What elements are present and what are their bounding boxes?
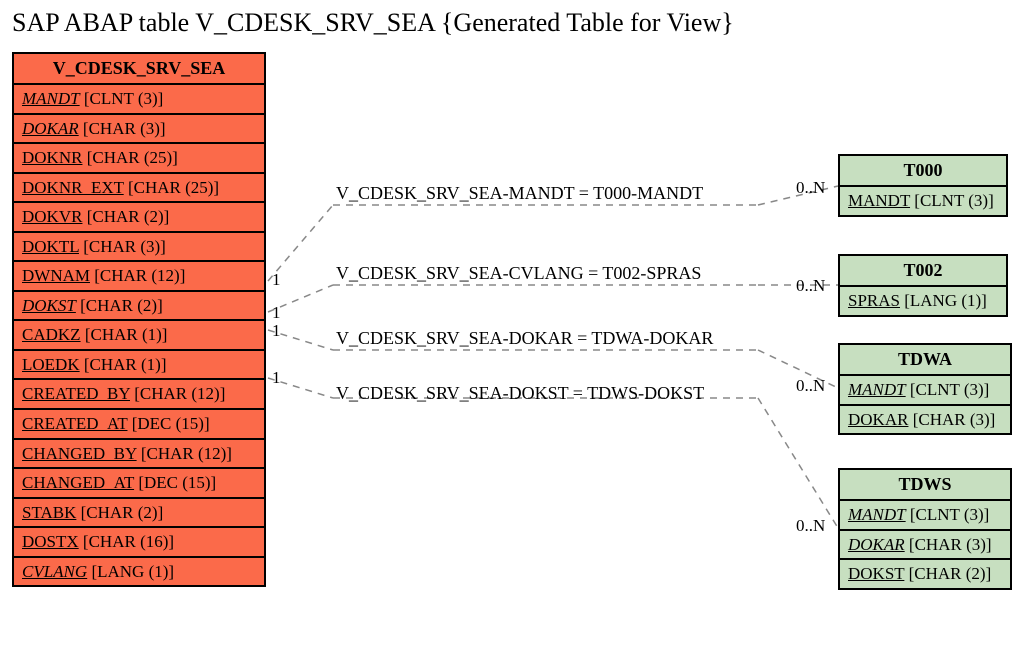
entity-header: T002 xyxy=(840,256,1006,287)
relation-label-3: V_CDESK_SRV_SEA-DOKST = TDWS-DOKST xyxy=(336,383,704,404)
entity-header: TDWS xyxy=(840,470,1010,501)
entity-field: DOKTL [CHAR (3)] xyxy=(14,233,264,263)
card-left-0: 1 xyxy=(272,270,281,290)
erd-canvas: V_CDESK_SRV_SEAMANDT [CLNT (3)]DOKAR [CH… xyxy=(8,48,1028,658)
entity-field: MANDT [CLNT (3)] xyxy=(840,187,1006,215)
entity-field: CVLANG [LANG (1)] xyxy=(14,558,264,586)
page-title: SAP ABAP table V_CDESK_SRV_SEA {Generate… xyxy=(12,8,1028,38)
entity-header: TDWA xyxy=(840,345,1010,376)
entity-field: DOKAR [CHAR (3)] xyxy=(840,531,1010,561)
entity-t000: T000MANDT [CLNT (3)] xyxy=(838,154,1008,217)
card-left-1: 1 xyxy=(272,303,281,323)
entity-field: CADKZ [CHAR (1)] xyxy=(14,321,264,351)
entity-field: DOSTX [CHAR (16)] xyxy=(14,528,264,558)
entity-field: DOKVR [CHAR (2)] xyxy=(14,203,264,233)
card-right-1: 0..N xyxy=(796,276,825,296)
entity-header: T000 xyxy=(840,156,1006,187)
relation-label-2: V_CDESK_SRV_SEA-DOKAR = TDWA-DOKAR xyxy=(336,328,713,349)
entity-field: CHANGED_BY [CHAR (12)] xyxy=(14,440,264,470)
entity-field: MANDT [CLNT (3)] xyxy=(840,501,1010,531)
card-left-2: 1 xyxy=(272,321,281,341)
entity-field: DOKAR [CHAR (3)] xyxy=(840,406,1010,434)
card-right-3: 0..N xyxy=(796,516,825,536)
entity-field: DOKNR_EXT [CHAR (25)] xyxy=(14,174,264,204)
entity-field: MANDT [CLNT (3)] xyxy=(840,376,1010,406)
card-left-3: 1 xyxy=(272,368,281,388)
entity-field: LOEDK [CHAR (1)] xyxy=(14,351,264,381)
entity-tdwa: TDWAMANDT [CLNT (3)]DOKAR [CHAR (3)] xyxy=(838,343,1012,435)
card-right-0: 0..N xyxy=(796,178,825,198)
card-right-2: 0..N xyxy=(796,376,825,396)
entity-field: MANDT [CLNT (3)] xyxy=(14,85,264,115)
entity-t002: T002SPRAS [LANG (1)] xyxy=(838,254,1008,317)
entity-field: DOKAR [CHAR (3)] xyxy=(14,115,264,145)
entity-tdws: TDWSMANDT [CLNT (3)]DOKAR [CHAR (3)]DOKS… xyxy=(838,468,1012,590)
entity-main: V_CDESK_SRV_SEAMANDT [CLNT (3)]DOKAR [CH… xyxy=(12,52,266,587)
entity-field: SPRAS [LANG (1)] xyxy=(840,287,1006,315)
entity-field: DOKNR [CHAR (25)] xyxy=(14,144,264,174)
entity-field: DOKST [CHAR (2)] xyxy=(14,292,264,322)
relation-label-1: V_CDESK_SRV_SEA-CVLANG = T002-SPRAS xyxy=(336,263,701,284)
entity-field: DWNAM [CHAR (12)] xyxy=(14,262,264,292)
entity-field: CREATED_BY [CHAR (12)] xyxy=(14,380,264,410)
entity-header: V_CDESK_SRV_SEA xyxy=(14,54,264,85)
entity-field: CHANGED_AT [DEC (15)] xyxy=(14,469,264,499)
entity-field: DOKST [CHAR (2)] xyxy=(840,560,1010,588)
entity-field: STABK [CHAR (2)] xyxy=(14,499,264,529)
relation-label-0: V_CDESK_SRV_SEA-MANDT = T000-MANDT xyxy=(336,183,703,204)
entity-field: CREATED_AT [DEC (15)] xyxy=(14,410,264,440)
